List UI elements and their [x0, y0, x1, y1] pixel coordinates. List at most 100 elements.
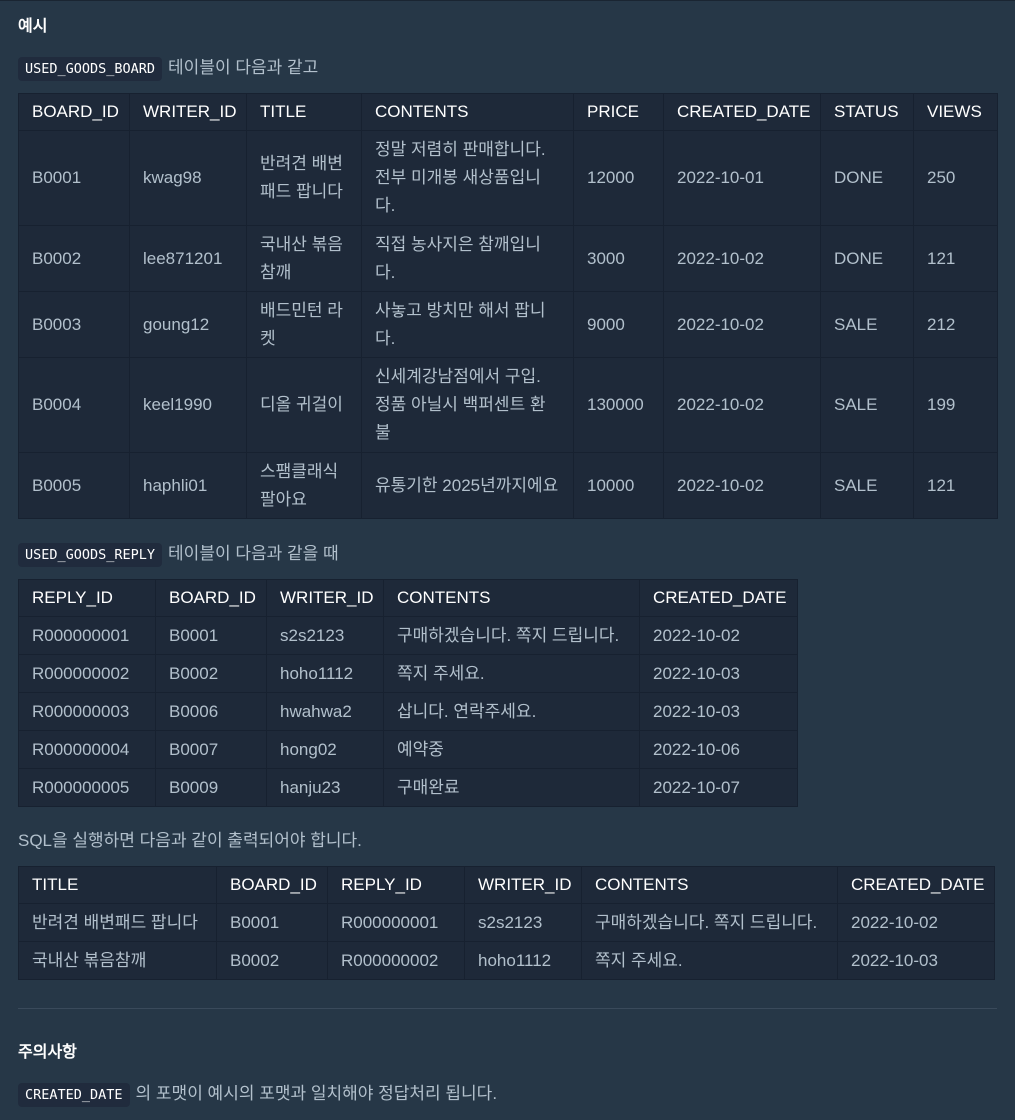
table-cell: B0002	[18, 225, 130, 292]
table-cell: 12000	[573, 130, 664, 226]
table-cell: 121	[913, 452, 998, 519]
table-cell: R000000001	[327, 903, 465, 942]
table-cell: 쪽지 주세요.	[581, 941, 838, 980]
table-cell: 삽니다. 연락주세요.	[383, 692, 640, 731]
table-cell: R000000002	[327, 941, 465, 980]
table-cell: hwahwa2	[266, 692, 384, 731]
column-header: TITLE	[246, 93, 362, 131]
column-header: REPLY_ID	[18, 579, 156, 617]
table-cell: hoho1112	[464, 941, 582, 980]
table-cell: B0002	[216, 941, 328, 980]
result-table: TITLE BOARD_ID REPLY_ID WRITER_ID CONTEN…	[18, 866, 995, 980]
table-cell: s2s2123	[266, 616, 384, 655]
table-cell: 2022-10-07	[639, 768, 798, 807]
table-cell: B0001	[155, 616, 267, 655]
reply-intro-text: 테이블이 다음과 같을 때	[168, 544, 339, 563]
table-cell: R000000001	[18, 616, 156, 655]
board-table: BOARD_ID WRITER_ID TITLE CONTENTS PRICE …	[18, 93, 998, 519]
table-row: B0004 keel1990 디올 귀걸이 신세계강남점에서 구입. 정품 아닐…	[18, 357, 998, 453]
table-cell: goung12	[129, 291, 247, 358]
table-cell: lee871201	[129, 225, 247, 292]
column-header: TITLE	[18, 866, 217, 904]
table-row: R000000001 B0001 s2s2123 구매하겠습니다. 쪽지 드립니…	[18, 616, 798, 655]
table-cell: 반려견 배변패드 팝니다	[18, 903, 217, 942]
table-cell: 2022-10-03	[837, 941, 995, 980]
table-cell: 2022-10-02	[663, 452, 821, 519]
table-cell: 250	[913, 130, 998, 226]
table-cell: 2022-10-02	[639, 616, 798, 655]
table-row: B0005 haphli01 스팸클래식 팔아요 유통기한 2025년까지에요 …	[18, 452, 998, 519]
column-header: WRITER_ID	[129, 93, 247, 131]
table-cell: R000000003	[18, 692, 156, 731]
format-note: CREATED_DATE 의 포맷이 예시의 포맷과 일치해야 정답처리 됩니다.	[18, 1079, 498, 1107]
board-table-name: USED_GOODS_BOARD	[18, 57, 163, 81]
table-cell: 구매하겠습니다. 쪽지 드립니다.	[581, 903, 838, 942]
column-header: CREATED_DATE	[663, 93, 821, 131]
column-header: CREATED_DATE	[639, 579, 798, 617]
section-divider	[18, 1008, 997, 1009]
column-header: WRITER_ID	[464, 866, 582, 904]
column-header: WRITER_ID	[266, 579, 384, 617]
example-heading: 예시	[18, 18, 48, 35]
table-cell: 2022-10-03	[639, 654, 798, 693]
table-cell: R000000002	[18, 654, 156, 693]
table-cell: 국내산 볶음참깨	[18, 941, 217, 980]
table-cell: 2022-10-02	[837, 903, 995, 942]
table-cell: B0009	[155, 768, 267, 807]
table-cell: s2s2123	[464, 903, 582, 942]
table-cell: 배드민턴 라켓	[246, 291, 362, 358]
table-header-row: TITLE BOARD_ID REPLY_ID WRITER_ID CONTEN…	[18, 866, 995, 904]
column-header: CONTENTS	[383, 579, 640, 617]
table-cell: B0007	[155, 730, 267, 769]
result-intro: SQL을 실행하면 다음과 같이 출력되어야 합니다.	[18, 831, 362, 850]
reply-table-name: USED_GOODS_REPLY	[18, 543, 163, 567]
table-row: B0002 lee871201 국내산 볶음참깨 직접 농사지은 참깨입니다. …	[18, 225, 998, 292]
table-cell: 130000	[573, 357, 664, 453]
reply-intro: USED_GOODS_REPLY 테이블이 다음과 같을 때	[18, 539, 339, 567]
table-cell: 2022-10-06	[639, 730, 798, 769]
table-row: B0001 kwag98 반려견 배변패드 팝니다 정말 저렴히 판매합니다. …	[18, 130, 998, 226]
table-row: R000000002 B0002 hoho1112 쪽지 주세요. 2022-1…	[18, 654, 798, 693]
table-cell: hoho1112	[266, 654, 384, 693]
table-row: R000000003 B0006 hwahwa2 삽니다. 연락주세요. 202…	[18, 692, 798, 731]
table-cell: B0005	[18, 452, 130, 519]
table-cell: 212	[913, 291, 998, 358]
reply-table: REPLY_ID BOARD_ID WRITER_ID CONTENTS CRE…	[18, 579, 798, 807]
problem-description: 예시 USED_GOODS_BOARD 테이블이 다음과 같고 BOARD_ID …	[0, 0, 1015, 1120]
table-cell: SALE	[820, 357, 914, 453]
table-cell: B0001	[18, 130, 130, 226]
table-cell: 3000	[573, 225, 664, 292]
table-cell: hong02	[266, 730, 384, 769]
table-row: R000000005 B0009 hanju23 구매완료 2022-10-07	[18, 768, 798, 807]
table-cell: 반려견 배변패드 팝니다	[246, 130, 362, 226]
table-cell: 2022-10-02	[663, 357, 821, 453]
table-cell: 국내산 볶음참깨	[246, 225, 362, 292]
column-header: BOARD_ID	[18, 93, 130, 131]
table-cell: hanju23	[266, 768, 384, 807]
format-note-text: 의 포맷이 예시의 포맷과 일치해야 정답처리 됩니다.	[135, 1084, 498, 1103]
table-cell: R000000004	[18, 730, 156, 769]
table-row: B0003 goung12 배드민턴 라켓 사놓고 방치만 해서 팝니다. 90…	[18, 291, 998, 358]
table-cell: 2022-10-03	[639, 692, 798, 731]
column-header: CREATED_DATE	[837, 866, 995, 904]
table-cell: SALE	[820, 291, 914, 358]
table-header-row: BOARD_ID WRITER_ID TITLE CONTENTS PRICE …	[18, 93, 998, 131]
table-cell: 2022-10-01	[663, 130, 821, 226]
column-header: PRICE	[573, 93, 664, 131]
table-cell: 9000	[573, 291, 664, 358]
table-cell: 10000	[573, 452, 664, 519]
column-header: BOARD_ID	[155, 579, 267, 617]
created-date-code: CREATED_DATE	[18, 1083, 130, 1107]
table-row: 국내산 볶음참깨 B0002 R000000002 hoho1112 쪽지 주세…	[18, 941, 995, 980]
table-cell: B0002	[155, 654, 267, 693]
table-cell: B0003	[18, 291, 130, 358]
table-cell: 구매완료	[383, 768, 640, 807]
table-cell: 예약중	[383, 730, 640, 769]
table-cell: DONE	[820, 130, 914, 226]
table-row: 반려견 배변패드 팝니다 B0001 R000000001 s2s2123 구매…	[18, 903, 995, 942]
table-cell: SALE	[820, 452, 914, 519]
table-header-row: REPLY_ID BOARD_ID WRITER_ID CONTENTS CRE…	[18, 579, 798, 617]
column-header: CONTENTS	[581, 866, 838, 904]
table-cell: 2022-10-02	[663, 291, 821, 358]
board-intro: USED_GOODS_BOARD 테이블이 다음과 같고	[18, 53, 318, 81]
